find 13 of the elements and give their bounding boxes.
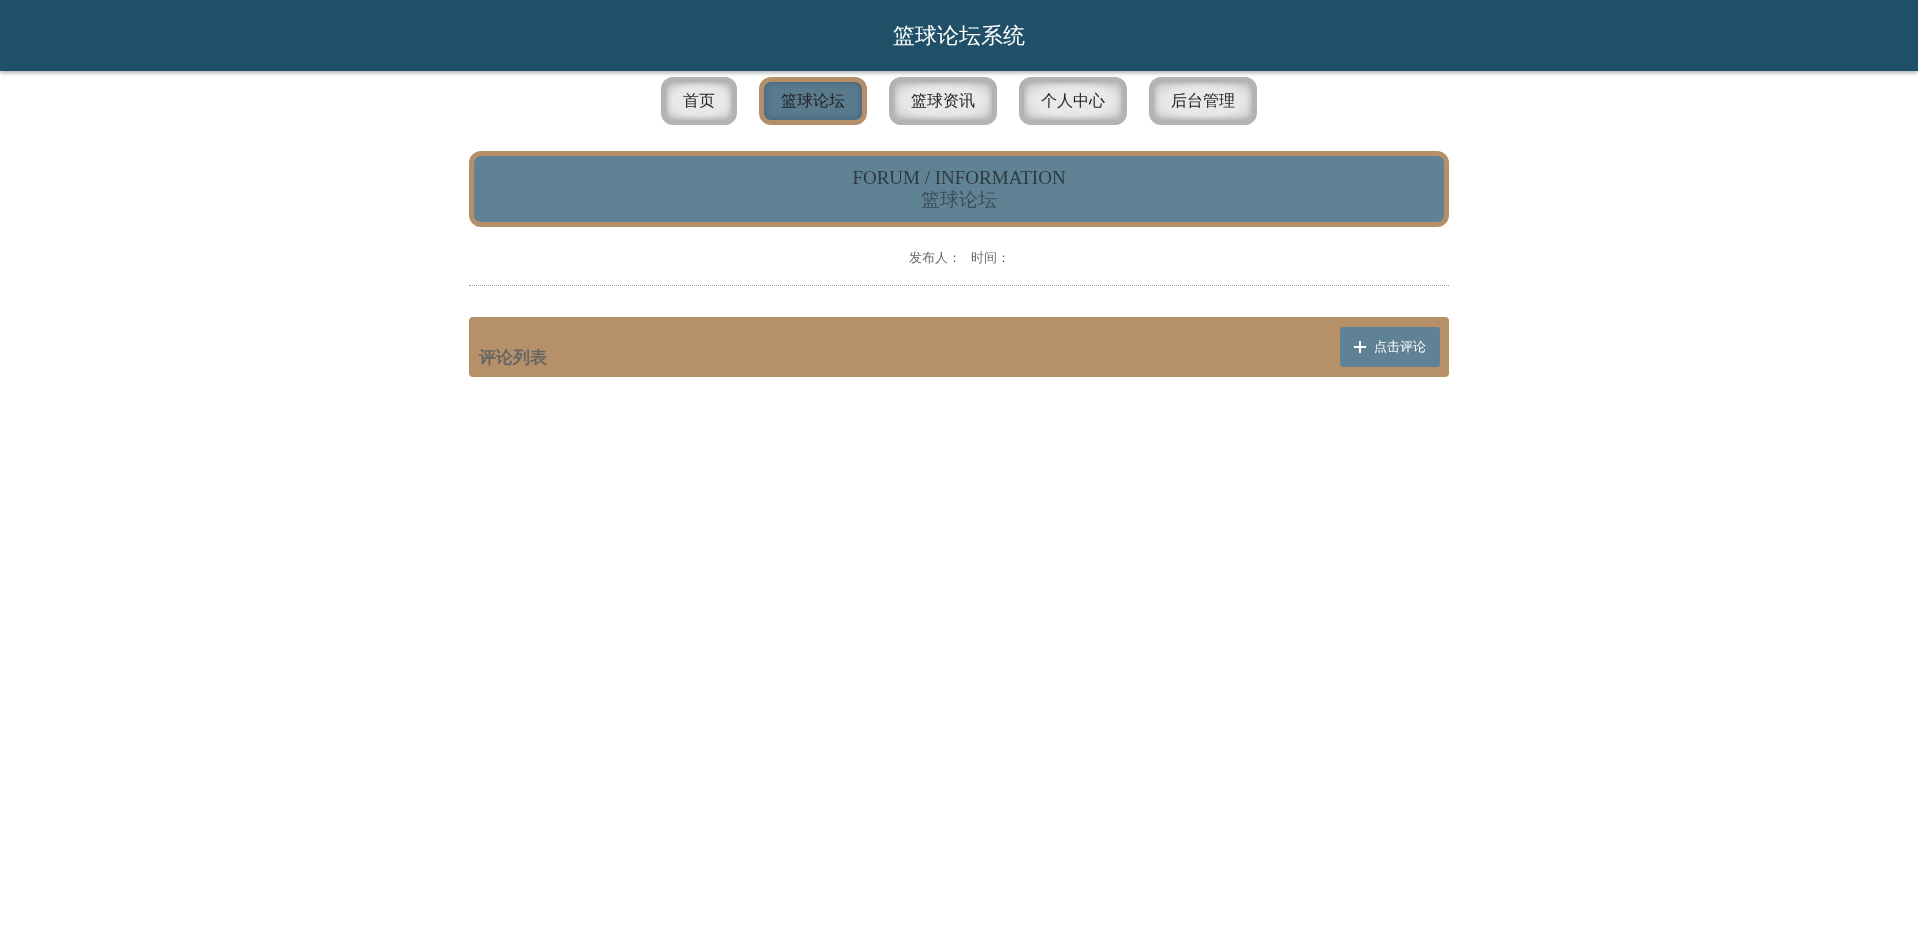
plus-icon xyxy=(1354,341,1366,353)
comments-title: 评论列表 xyxy=(479,346,547,369)
site-title: 篮球论坛系统 xyxy=(893,21,1025,50)
nav-tab[interactable]: 个人中心 xyxy=(1019,77,1127,125)
meta-label: 发布人： xyxy=(908,249,961,267)
banner-subtitle: 篮球论坛 xyxy=(921,189,997,211)
banner-title: FORUM / INFORMATION xyxy=(852,167,1066,189)
nav-tab[interactable]: 篮球论坛 xyxy=(759,77,867,125)
nav-tab[interactable]: 首页 xyxy=(661,77,737,125)
meta-label: 时间： xyxy=(970,249,1010,267)
nav-tab[interactable]: 后台管理 xyxy=(1149,77,1257,125)
nav-tab[interactable]: 篮球资讯 xyxy=(889,77,997,125)
comment-button[interactable]: 点击评论 xyxy=(1340,327,1440,367)
